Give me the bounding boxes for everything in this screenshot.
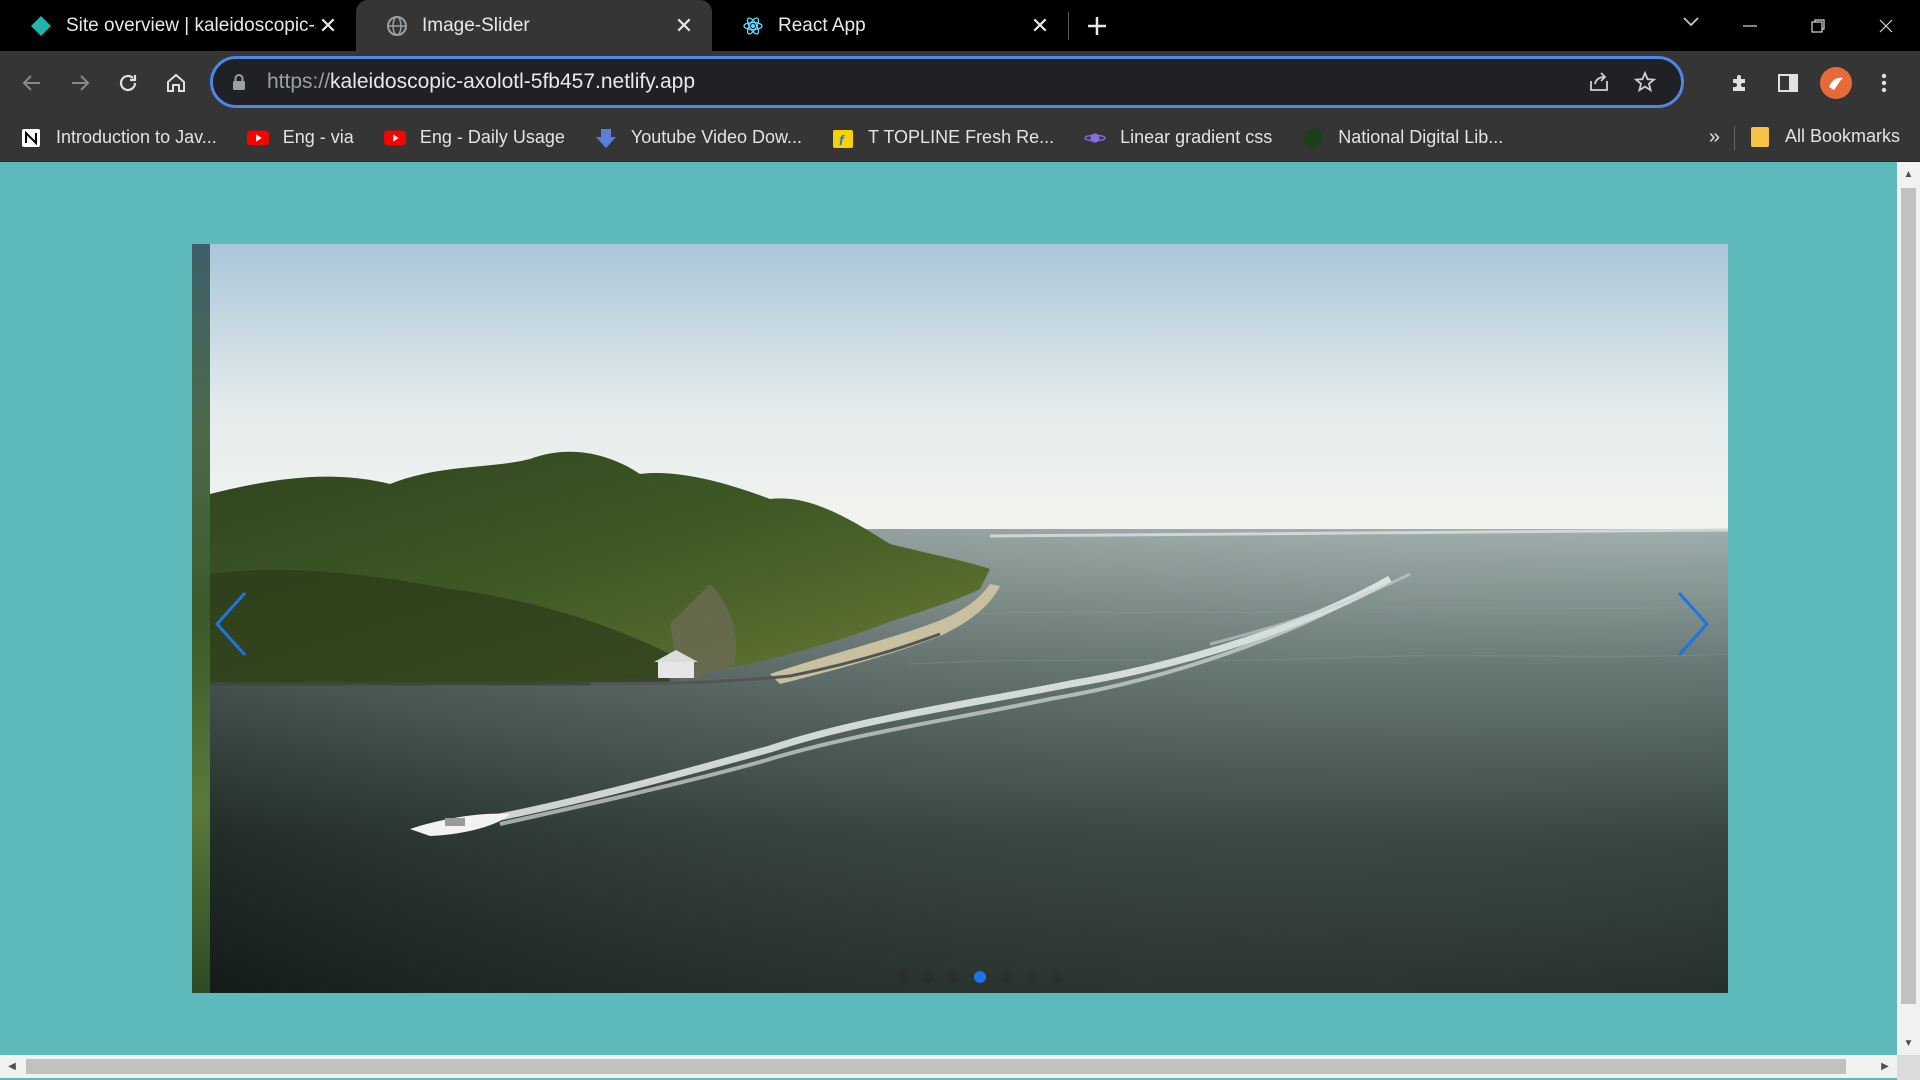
horizontal-scroll-thumb[interactable] (26, 1059, 1846, 1074)
bookmark-label: Eng - via (282, 127, 354, 147)
url-host: kaleidoscopic-axolotl-5fb457.netlify.app (330, 70, 696, 93)
bookmarks-divider (1734, 126, 1735, 150)
menu-icon[interactable] (1860, 59, 1908, 107)
back-button[interactable] (8, 59, 56, 107)
tab-title: Site overview | kaleidoscopic-axolotl-5f… (66, 14, 316, 36)
horizontal-scrollbar[interactable]: ◀ ▶ (0, 1055, 1897, 1078)
restore-button[interactable] (1784, 0, 1852, 51)
library-icon (1302, 127, 1324, 149)
bookmark-label: National Digital Lib... (1338, 127, 1504, 147)
all-bookmarks-button[interactable]: All Bookmarks (1750, 126, 1900, 147)
scrollbar-corner (1897, 1055, 1920, 1080)
next-slide-button[interactable] (1668, 584, 1718, 664)
tab-title: React App (778, 14, 866, 36)
slide-indicators (192, 971, 1728, 983)
bookmark-national-digital-library[interactable]: National Digital Lib... (1302, 127, 1503, 149)
scroll-down-arrow-icon[interactable]: ▼ (1897, 1033, 1920, 1053)
close-icon[interactable]: ✕ (1028, 13, 1052, 38)
vertical-scroll-thumb[interactable] (1901, 188, 1916, 1004)
planet-icon (1084, 127, 1106, 149)
globe-icon (386, 15, 408, 37)
slide-indicator-dot[interactable] (1026, 971, 1038, 983)
plus-icon (1088, 16, 1106, 35)
react-icon (742, 15, 764, 37)
scroll-left-arrow-icon[interactable]: ◀ (2, 1055, 22, 1078)
forward-button[interactable] (56, 59, 104, 107)
lock-icon[interactable] (231, 72, 251, 92)
close-icon[interactable]: ✕ (672, 13, 696, 38)
chevron-left-icon (214, 591, 247, 657)
more-bookmarks-button[interactable]: » (1709, 126, 1720, 149)
browser-toolbar: https://kaleidoscopic-axolotl-5fb457.net… (0, 51, 1920, 114)
close-window-button[interactable] (1852, 0, 1920, 51)
slide-indicator-dot[interactable] (974, 971, 986, 983)
slide-indicator-dot[interactable] (1000, 971, 1012, 983)
share-icon[interactable] (1579, 62, 1619, 102)
bookmark-youtube-video-downloader[interactable]: Youtube Video Dow... (595, 127, 802, 149)
notion-icon (20, 127, 42, 149)
tab-site-overview[interactable]: Site overview | kaleidoscopic-axolotl-5f… (0, 0, 356, 51)
reload-button[interactable] (104, 59, 152, 107)
slide-image-coastline (210, 244, 1728, 993)
bookmark-eng-daily-usage[interactable]: Eng - Daily Usage (383, 127, 565, 149)
all-bookmarks-label: All Bookmarks (1784, 126, 1900, 146)
profile-avatar[interactable] (1812, 59, 1860, 107)
url-text[interactable]: https://kaleidoscopic-axolotl-5fb457.net… (267, 70, 1573, 94)
flipkart-icon: f (832, 127, 854, 149)
close-icon[interactable]: ✕ (316, 13, 340, 38)
home-button[interactable] (152, 59, 200, 107)
avatar (1820, 67, 1852, 99)
scroll-right-arrow-icon[interactable]: ▶ (1875, 1055, 1895, 1078)
home-icon (167, 73, 185, 92)
bookmark-label: Eng - Daily Usage (419, 127, 565, 147)
slide-indicator-dot[interactable] (1052, 971, 1064, 983)
tab-title: Image-Slider (422, 14, 530, 36)
page-viewport (0, 162, 1897, 1055)
chevron-right-icon (1677, 591, 1710, 657)
reload-icon (119, 74, 137, 91)
bookmark-eng-via[interactable]: Eng - via (246, 127, 354, 149)
extensions-icon[interactable] (1716, 59, 1764, 107)
tab-image-slider[interactable]: Image-Slider ✕ (356, 0, 712, 51)
slide-indicator-dot[interactable] (922, 971, 934, 983)
folder-icon (1750, 126, 1769, 147)
address-bar[interactable]: https://kaleidoscopic-axolotl-5fb457.net… (210, 56, 1684, 108)
tab-search-chevron-icon[interactable] (1682, 12, 1700, 33)
window-controls (1716, 0, 1920, 51)
new-tab-button[interactable] (1069, 0, 1125, 51)
bookmark-introduction-to-javascript[interactable]: Introduction to Jav... (20, 127, 217, 149)
star-icon[interactable] (1625, 62, 1665, 102)
url-scheme: https:// (267, 70, 331, 93)
slide-indicator-dot[interactable] (896, 971, 908, 983)
netlify-diamond-icon (30, 15, 52, 37)
arrow-left-icon (22, 74, 40, 91)
bookmarks-bar: Introduction to Jav... Eng - via Eng - D… (0, 114, 1920, 162)
scroll-up-arrow-icon[interactable]: ▲ (1897, 164, 1920, 184)
slide-indicator-dot[interactable] (948, 971, 960, 983)
tab-react-app[interactable]: React App ✕ (712, 0, 1068, 51)
tab-strip: Site overview | kaleidoscopic-axolotl-5f… (0, 0, 1920, 51)
bookmark-linear-gradient-css[interactable]: Linear gradient css (1084, 127, 1272, 149)
youtube-icon (246, 127, 269, 149)
bookmark-topline-fresh[interactable]: f T TOPLINE Fresh Re... (832, 127, 1054, 149)
bookmark-label: Youtube Video Dow... (630, 127, 803, 147)
side-panel-icon[interactable] (1764, 59, 1812, 107)
bookmark-label: T TOPLINE Fresh Re... (868, 127, 1055, 147)
minimize-button[interactable] (1716, 0, 1784, 51)
bookmark-label: Introduction to Jav... (56, 127, 217, 147)
toolbar-right (1716, 59, 1908, 107)
bookmark-label: Linear gradient css (1120, 127, 1273, 147)
previous-slide-button[interactable] (206, 584, 256, 664)
image-slider (192, 244, 1728, 993)
vertical-scrollbar[interactable]: ▲ ▼ (1897, 162, 1920, 1055)
youtube-icon (383, 127, 406, 149)
arrow-right-icon (72, 74, 90, 91)
download-arrow-icon (595, 127, 617, 149)
